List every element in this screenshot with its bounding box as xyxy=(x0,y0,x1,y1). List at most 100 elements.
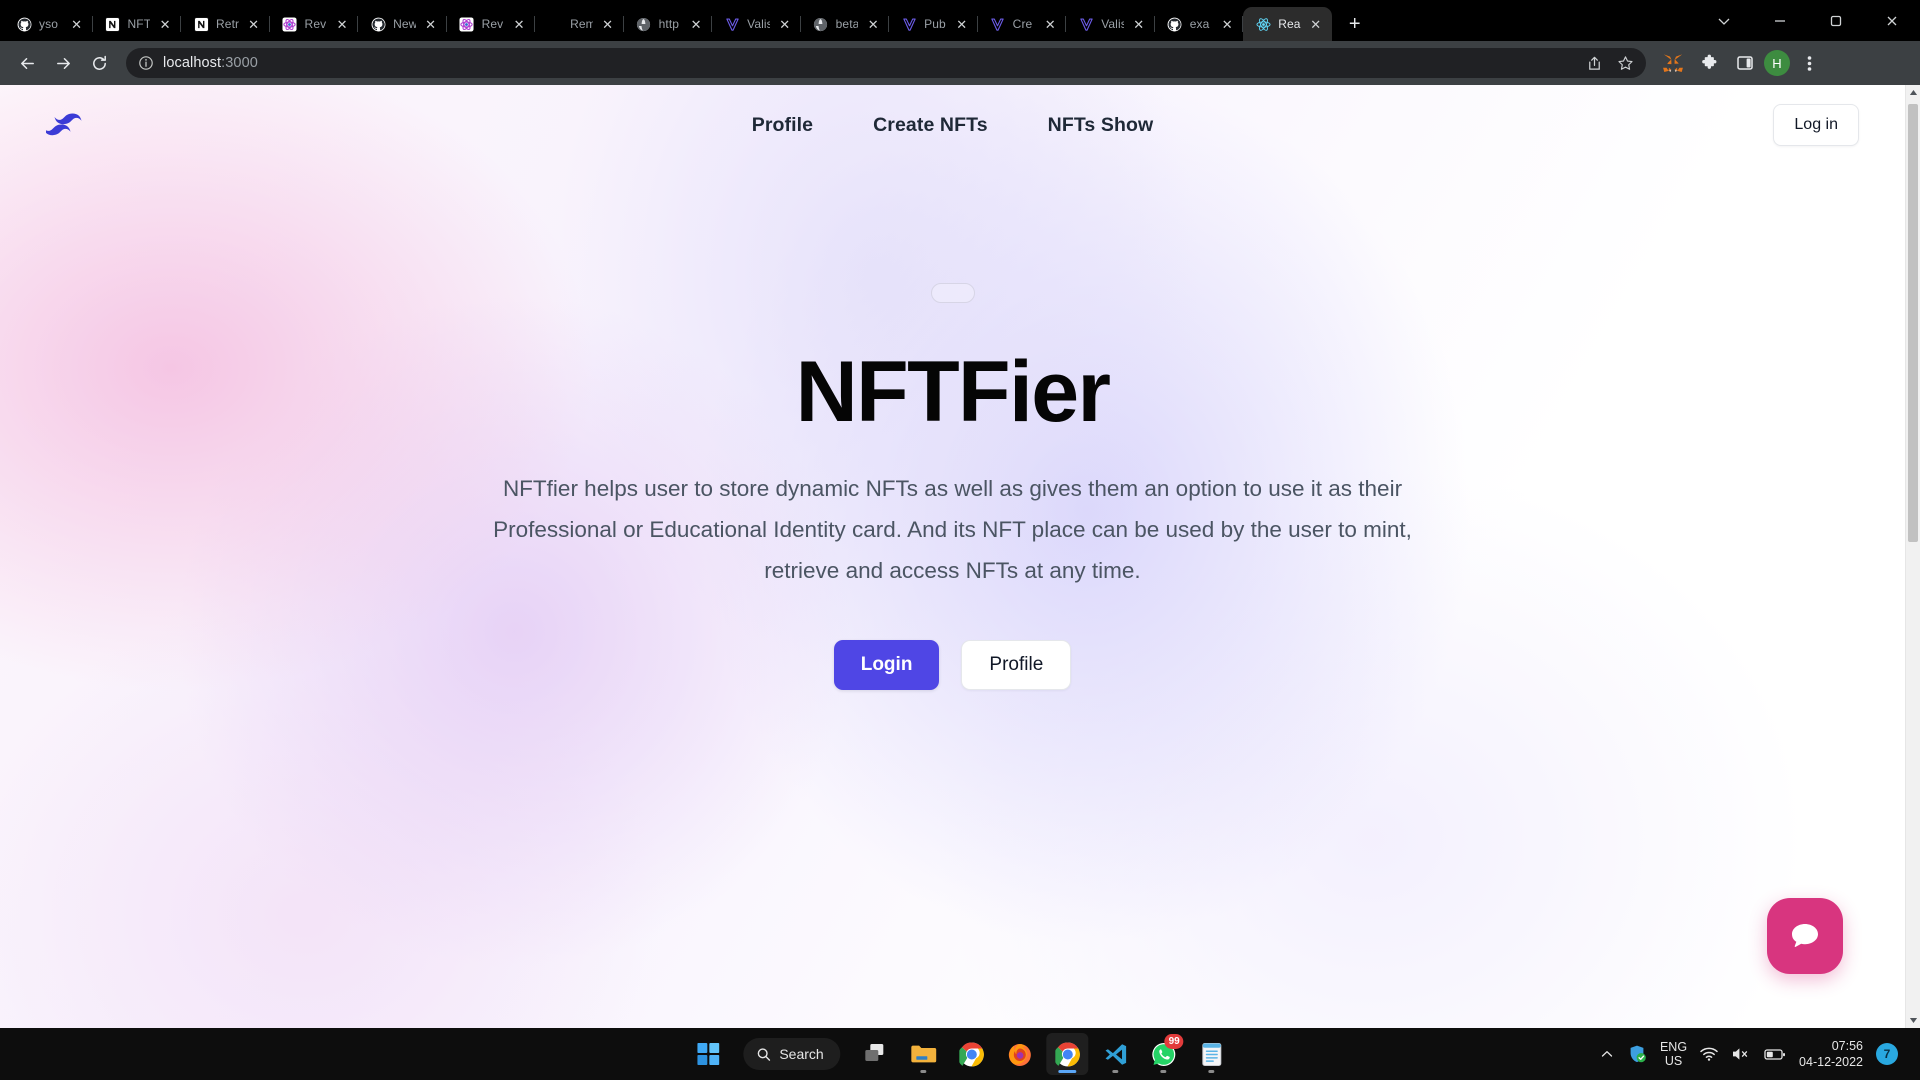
shield-check-icon[interactable] xyxy=(1627,1044,1647,1064)
tab-close-button[interactable]: ✕ xyxy=(777,16,793,32)
vscode-icon[interactable] xyxy=(1095,1033,1137,1075)
volume-muted-icon[interactable] xyxy=(1731,1046,1751,1062)
nav-link-nfts-show[interactable]: NFTs Show xyxy=(1048,114,1154,137)
browser-tab[interactable]: Cre ✕ xyxy=(978,7,1067,41)
wifi-icon[interactable] xyxy=(1700,1046,1718,1062)
file-explorer-icon[interactable] xyxy=(903,1033,945,1075)
tab-close-button[interactable]: ✕ xyxy=(600,16,616,32)
reload-icon[interactable] xyxy=(82,46,116,80)
tab-close-button[interactable]: ✕ xyxy=(865,16,881,32)
tab-close-button[interactable]: ✕ xyxy=(423,16,439,32)
tab-search-button[interactable] xyxy=(1696,0,1752,41)
login-button[interactable]: Login xyxy=(833,639,940,690)
firefox-icon[interactable] xyxy=(999,1033,1041,1075)
tab-close-button[interactable]: ✕ xyxy=(1131,16,1147,32)
browser-tab[interactable]: exa ✕ xyxy=(1155,7,1244,41)
tab-close-button[interactable]: ✕ xyxy=(511,16,527,32)
browser-tab[interactable]: Rev ✕ xyxy=(270,7,359,41)
browser-tab[interactable]: Retr ✕ xyxy=(181,7,270,41)
whatsapp-badge: 99 xyxy=(1164,1034,1184,1049)
browser-tab[interactable]: Rev ✕ xyxy=(447,7,536,41)
tab-label: NFT xyxy=(127,17,151,31)
browser-tab[interactable]: Valis ✕ xyxy=(1066,7,1155,41)
hero-badge-pill xyxy=(930,283,975,303)
new-tab-button[interactable]: + xyxy=(1340,9,1370,39)
url-host: localhost xyxy=(163,55,222,71)
tab-close-button[interactable]: ✕ xyxy=(1042,16,1058,32)
chrome-active-icon[interactable] xyxy=(1046,1033,1089,1075)
url-port: :3000 xyxy=(221,55,258,71)
tab-close-button[interactable]: ✕ xyxy=(157,16,173,32)
language-indicator[interactable]: ENG US xyxy=(1660,1040,1687,1069)
scrollbar-track[interactable] xyxy=(1906,100,1920,1013)
language-bottom: US xyxy=(1664,1054,1683,1068)
wave-logo-icon[interactable] xyxy=(46,108,94,142)
profile-avatar[interactable]: H xyxy=(1764,50,1790,76)
window-controls xyxy=(1696,0,1920,41)
windows-taskbar: Search 99 ENG US 07:56 04-12-2022 7 xyxy=(0,1028,1920,1080)
browser-tab[interactable]: Valis ✕ xyxy=(712,7,801,41)
openai-icon xyxy=(282,16,298,32)
taskbar-search[interactable]: Search xyxy=(743,1038,841,1070)
whatsapp-icon[interactable]: 99 xyxy=(1143,1033,1185,1075)
globe-icon xyxy=(636,16,652,32)
log-in-button[interactable]: Log in xyxy=(1773,104,1859,146)
browser-tab[interactable]: beta ✕ xyxy=(801,7,890,41)
tab-label: Valis xyxy=(747,17,770,31)
tab-label: beta xyxy=(835,17,859,31)
side-panel-icon[interactable] xyxy=(1728,46,1762,80)
notification-badge[interactable]: 7 xyxy=(1876,1043,1898,1065)
forward-arrow-icon[interactable] xyxy=(46,46,80,80)
tab-close-button[interactable]: ✕ xyxy=(1308,16,1324,32)
scrollbar-down-arrow[interactable] xyxy=(1906,1013,1920,1028)
tab-label: Rem xyxy=(570,17,593,31)
puzzle-piece-icon[interactable] xyxy=(1692,46,1726,80)
info-circle-icon[interactable] xyxy=(138,55,154,71)
nftfier-page: Profile Create NFTs NFTs Show Log in NFT… xyxy=(0,85,1905,1028)
page-scrollbar[interactable] xyxy=(1905,85,1920,1028)
browser-tab[interactable]: yso ✕ xyxy=(4,7,93,41)
chrome-icon[interactable] xyxy=(951,1033,993,1075)
battery-icon[interactable] xyxy=(1764,1048,1786,1061)
profile-button[interactable]: Profile xyxy=(961,639,1072,690)
three-dot-menu-icon[interactable] xyxy=(1792,46,1826,80)
browser-tab[interactable]: http ✕ xyxy=(624,7,713,41)
scrollbar-thumb[interactable] xyxy=(1908,104,1918,543)
tab-close-button[interactable]: ✕ xyxy=(688,16,704,32)
close-button[interactable] xyxy=(1864,0,1920,41)
taskbar-clock[interactable]: 07:56 04-12-2022 xyxy=(1799,1038,1863,1071)
browser-tab[interactable]: Pub ✕ xyxy=(889,7,978,41)
notion-icon xyxy=(105,16,121,32)
star-icon[interactable] xyxy=(1617,55,1634,72)
browser-tab[interactable]: New ✕ xyxy=(358,7,447,41)
address-bar[interactable]: localhost:3000 xyxy=(126,48,1646,78)
scrollbar-up-arrow[interactable] xyxy=(1906,85,1920,100)
github-icon xyxy=(370,16,386,32)
url-text: localhost:3000 xyxy=(163,55,258,71)
chevron-up-icon[interactable] xyxy=(1600,1047,1614,1061)
browser-tab[interactable]: Rea ✕ xyxy=(1243,7,1332,41)
nav-link-profile[interactable]: Profile xyxy=(752,114,813,137)
browser-toolbar: localhost:3000 H xyxy=(0,41,1920,85)
taskbar-search-label: Search xyxy=(779,1046,824,1062)
maximize-button[interactable] xyxy=(1808,0,1864,41)
openai-icon xyxy=(459,16,475,32)
nav-link-create-nfts[interactable]: Create NFTs xyxy=(873,114,988,137)
tab-close-button[interactable]: ✕ xyxy=(1219,16,1235,32)
tab-close-button[interactable]: ✕ xyxy=(954,16,970,32)
minimize-button[interactable] xyxy=(1752,0,1808,41)
browser-tab[interactable]: Rem ✕ xyxy=(535,7,624,41)
tab-label: Rev xyxy=(304,17,327,31)
chat-widget-button[interactable] xyxy=(1767,898,1843,974)
tab-close-button[interactable]: ✕ xyxy=(334,16,350,32)
share-icon[interactable] xyxy=(1586,55,1603,72)
task-view-icon[interactable] xyxy=(855,1033,897,1075)
windows-start-icon[interactable] xyxy=(687,1033,729,1075)
browser-tab[interactable]: NFT ✕ xyxy=(93,7,182,41)
tab-close-button[interactable]: ✕ xyxy=(69,16,85,32)
back-arrow-icon[interactable] xyxy=(10,46,44,80)
tab-close-button[interactable]: ✕ xyxy=(246,16,262,32)
notepad-icon[interactable] xyxy=(1191,1033,1233,1075)
tab-label: Rea xyxy=(1278,17,1301,31)
metamask-fox-icon[interactable] xyxy=(1656,46,1690,80)
